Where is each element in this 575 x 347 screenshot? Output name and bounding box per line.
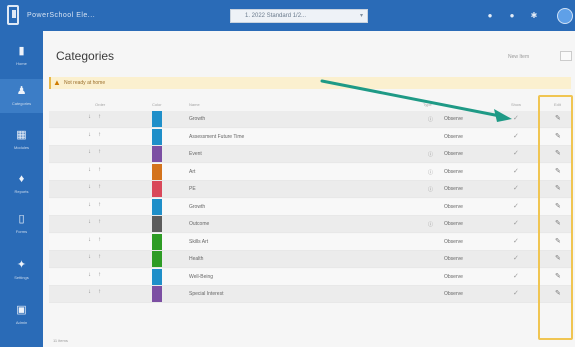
annotation-arrow xyxy=(320,79,512,122)
